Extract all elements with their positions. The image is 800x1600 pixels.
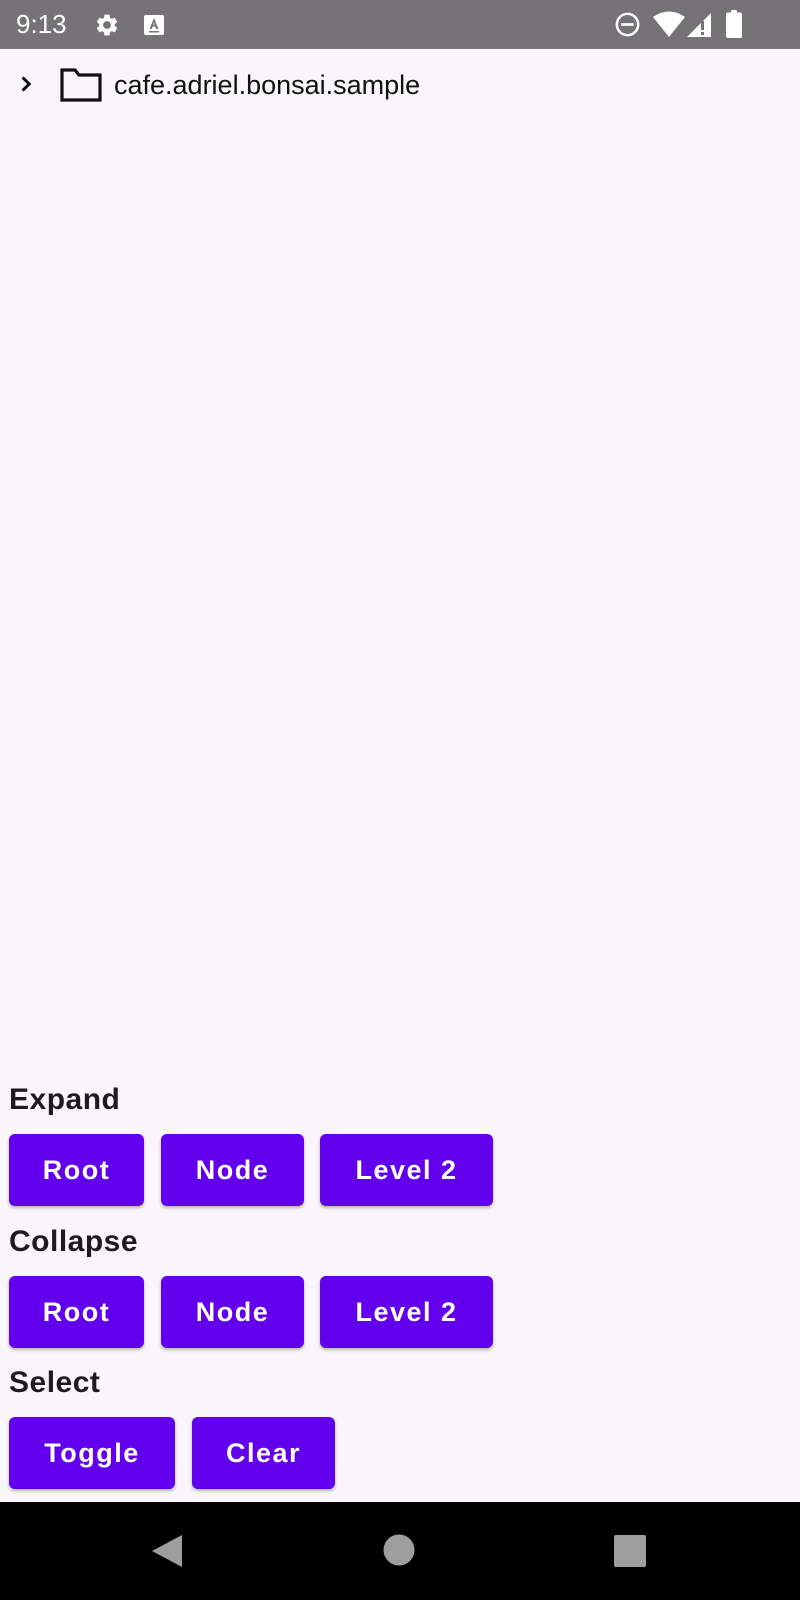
select-section-title: Select: [9, 1366, 101, 1399]
status-bar: 9:13: [0, 0, 800, 49]
collapse-section-title: Collapse: [9, 1225, 139, 1258]
settings-icon: [96, 14, 118, 36]
recents-icon[interactable]: [614, 1535, 646, 1567]
expand-root-button[interactable]: Root: [9, 1134, 144, 1206]
folder-icon: [60, 68, 102, 102]
wifi-icon: [653, 11, 685, 37]
expand-level-2-button[interactable]: Level 2: [320, 1134, 493, 1206]
select-toggle-button[interactable]: Toggle: [9, 1417, 175, 1489]
select-clear-button[interactable]: Clear: [192, 1417, 335, 1489]
do-not-disturb-icon: [615, 12, 640, 37]
tree-node-label: cafe.adriel.bonsai.sample: [114, 70, 421, 100]
accessibility-a-icon: [144, 15, 164, 35]
collapse-level-2-button[interactable]: Level 2: [320, 1276, 493, 1348]
status-time: 9:13: [16, 9, 67, 39]
expand-section-title: Expand: [9, 1083, 121, 1116]
tree-node-root[interactable]: cafe.adriel.bonsai.sample: [0, 60, 800, 108]
collapse-root-button[interactable]: Root: [9, 1276, 144, 1348]
expand-node-button[interactable]: Node: [161, 1134, 304, 1206]
collapse-node-button[interactable]: Node: [161, 1276, 304, 1348]
battery-icon: [726, 10, 742, 38]
chevron-right-icon[interactable]: [14, 72, 38, 96]
signal-icon: [687, 13, 711, 37]
back-icon[interactable]: [150, 1533, 184, 1569]
home-icon[interactable]: [383, 1534, 415, 1566]
navigation-bar: [0, 1502, 800, 1600]
